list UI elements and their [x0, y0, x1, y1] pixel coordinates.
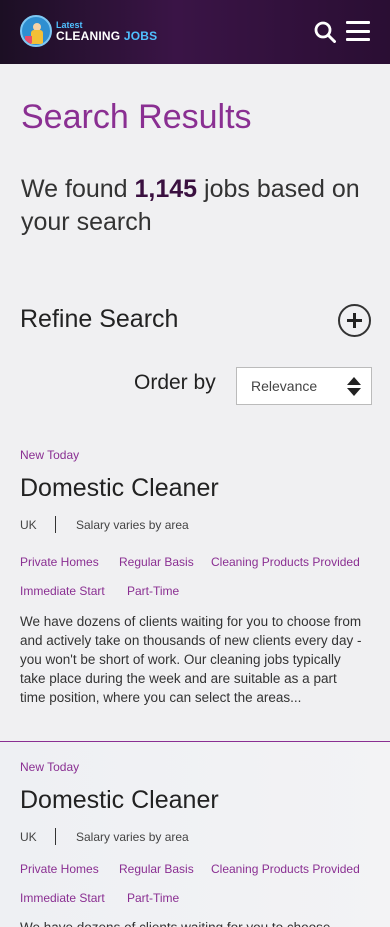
results-summary: We found 1,145 jobs based on your search [21, 173, 371, 239]
sort-down-icon [347, 388, 361, 396]
tag-regular-basis[interactable]: Regular Basis [119, 862, 194, 876]
job-title-link[interactable]: Domestic Cleaner [20, 474, 219, 503]
plus-circle-icon[interactable] [338, 304, 371, 337]
sort-up-icon [347, 377, 361, 385]
job-title-link[interactable]: Domestic Cleaner [20, 786, 219, 815]
job-card[interactable]: New Today Domestic Cleaner UK Salary var… [0, 741, 390, 927]
job-salary: Salary varies by area [76, 830, 189, 844]
job-location: UK [20, 518, 37, 532]
job-card[interactable]: New Today Domestic Cleaner UK Salary var… [0, 436, 390, 746]
divider [55, 516, 56, 533]
new-today-badge: New Today [20, 760, 80, 774]
tag-immediate-start[interactable]: Immediate Start [20, 584, 105, 598]
order-by-select[interactable]: Relevance [236, 367, 372, 405]
tag-part-time[interactable]: Part-Time [127, 584, 179, 598]
tag-regular-basis[interactable]: Regular Basis [119, 555, 194, 569]
job-location: UK [20, 830, 37, 844]
results-summary-prefix: We found [21, 175, 135, 203]
search-icon[interactable] [314, 21, 336, 43]
tag-immediate-start[interactable]: Immediate Start [20, 891, 105, 905]
logo-text-main: CLEANING [56, 29, 121, 43]
page-title: Search Results [21, 98, 252, 136]
menu-icon[interactable] [346, 20, 370, 42]
logo-icon[interactable] [20, 15, 52, 47]
logo-text-accent: JOBS [123, 29, 158, 43]
tag-private-homes[interactable]: Private Homes [20, 862, 99, 876]
tag-cleaning-products[interactable]: Cleaning Products Provided [211, 555, 360, 569]
results-count: 1,145 [134, 175, 198, 203]
tag-cleaning-products[interactable]: Cleaning Products Provided [211, 862, 360, 876]
new-today-badge: New Today [20, 448, 80, 462]
order-by-label: Order by [134, 371, 216, 394]
logo-text[interactable]: CLEANING JOBS [56, 29, 157, 43]
divider [55, 828, 56, 845]
tag-private-homes[interactable]: Private Homes [20, 555, 99, 569]
order-by-value: Relevance [251, 378, 318, 394]
job-salary: Salary varies by area [76, 518, 189, 532]
refine-search-label[interactable]: Refine Search [20, 305, 178, 334]
job-description: We have dozens of clients waiting for yo… [20, 614, 362, 705]
tag-part-time[interactable]: Part-Time [127, 891, 179, 905]
site-header: Latest CLEANING JOBS [0, 0, 390, 64]
